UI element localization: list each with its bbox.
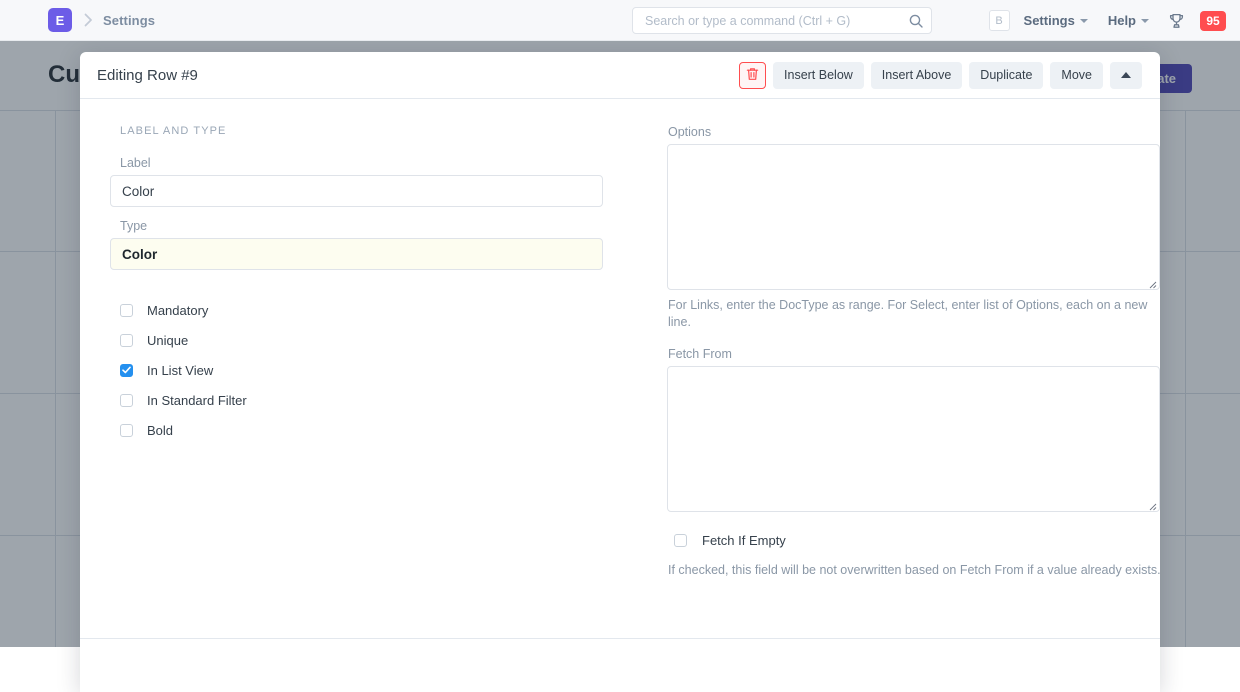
navbar-right: B Settings Help 95 [988, 0, 1226, 41]
type-input[interactable] [110, 238, 603, 270]
fetch-from-field-group: Fetch From [667, 347, 1160, 512]
edit-row-modal: Editing Row #9 Insert Below Insert Above… [80, 52, 1160, 692]
checkbox-bold[interactable] [120, 423, 133, 437]
checkbox-in-list-view[interactable] [120, 363, 133, 377]
type-field-group: Type [110, 219, 615, 270]
options-help-text: For Links, enter the DocType as range. F… [668, 298, 1148, 329]
duplicate-button[interactable]: Duplicate [969, 61, 1044, 89]
navbar-search [632, 7, 932, 34]
checkbox-row-in-standard-filter[interactable]: In Standard Filter [120, 385, 615, 415]
checkbox-label: In List View [147, 362, 214, 378]
chevron-down-icon [1141, 18, 1149, 23]
section-header-label-and-type: LABEL AND TYPE [120, 125, 227, 137]
search-box[interactable] [632, 7, 932, 34]
fetch-from-textarea-wrap [667, 365, 1160, 512]
checkbox-fetch-if-empty[interactable] [674, 534, 687, 548]
modal-footer-separator [80, 638, 1160, 639]
help-dropdown[interactable]: Help [1108, 13, 1149, 28]
modal-right-column: Options For Links, enter the DocType as … [667, 125, 1160, 638]
property-checkbox-list: Mandatory Unique In List View In Standar… [110, 295, 615, 445]
modal-header-actions: Insert Below Insert Above Duplicate Move [739, 61, 1142, 89]
fetch-if-empty-help-text: If checked, this field will be not overw… [668, 562, 1160, 577]
insert-above-button[interactable]: Insert Above [870, 61, 963, 89]
checkbox-row-bold[interactable]: Bold [120, 415, 615, 445]
trophy-icon[interactable] [1169, 13, 1184, 29]
settings-dropdown-label: Settings [1023, 13, 1075, 28]
collapse-button[interactable] [1110, 61, 1142, 89]
help-dropdown-label: Help [1107, 13, 1136, 28]
modal-header: Editing Row #9 Insert Below Insert Above… [80, 52, 1160, 99]
checkbox-label: Fetch If Empty [702, 533, 786, 549]
label-input[interactable] [110, 175, 603, 207]
notification-badge[interactable]: 95 [1200, 10, 1226, 31]
avatar[interactable]: B [988, 10, 1010, 31]
checkbox-label: Bold [147, 422, 174, 438]
checkbox-label: In Standard Filter [147, 392, 247, 408]
settings-dropdown[interactable]: Settings [1024, 13, 1088, 28]
chevron-down-icon [1079, 18, 1088, 23]
fetch-from-field-label: Fetch From [668, 346, 732, 361]
chevron-right-icon [84, 13, 93, 27]
checkbox-label: Mandatory [147, 302, 209, 318]
navbar-left: E Settings [0, 8, 155, 32]
checkbox-unique[interactable] [120, 333, 133, 347]
options-textarea[interactable] [667, 144, 1160, 290]
delete-button[interactable] [739, 61, 767, 89]
trash-icon [746, 67, 759, 84]
modal-left-column: LABEL AND TYPE Label Type Mandatory Uniq… [110, 125, 615, 638]
app-logo[interactable]: E [48, 8, 72, 32]
insert-below-button[interactable]: Insert Below [773, 61, 864, 89]
options-textarea-wrap [667, 144, 1160, 290]
checkbox-row-fetch-if-empty[interactable]: Fetch If Empty [674, 526, 1160, 556]
modal-body: LABEL AND TYPE Label Type Mandatory Uniq… [80, 99, 1160, 638]
search-icon[interactable] [909, 14, 923, 28]
options-field-label: Options [668, 125, 712, 139]
checkbox-mandatory[interactable] [120, 303, 133, 317]
breadcrumb[interactable]: Settings [103, 13, 155, 28]
modal-title: Editing Row #9 [97, 66, 198, 84]
label-field-group: Label [110, 156, 615, 207]
checkbox-in-standard-filter[interactable] [120, 393, 133, 407]
type-field-label: Type [120, 219, 148, 233]
checkbox-row-in-list-view[interactable]: In List View [120, 355, 615, 385]
checkbox-row-unique[interactable]: Unique [120, 325, 615, 355]
checkbox-label: Unique [147, 332, 189, 348]
top-navbar: E Settings B Settings Help [0, 0, 1240, 41]
options-field-group: Options For Links, enter the DocType as … [667, 125, 1160, 331]
label-field-label: Label [120, 156, 151, 170]
checkbox-row-mandatory[interactable]: Mandatory [120, 295, 615, 325]
chevron-up-icon [1121, 72, 1131, 78]
search-input[interactable] [643, 12, 909, 29]
move-button[interactable]: Move [1050, 61, 1103, 89]
fetch-from-textarea[interactable] [667, 365, 1160, 512]
